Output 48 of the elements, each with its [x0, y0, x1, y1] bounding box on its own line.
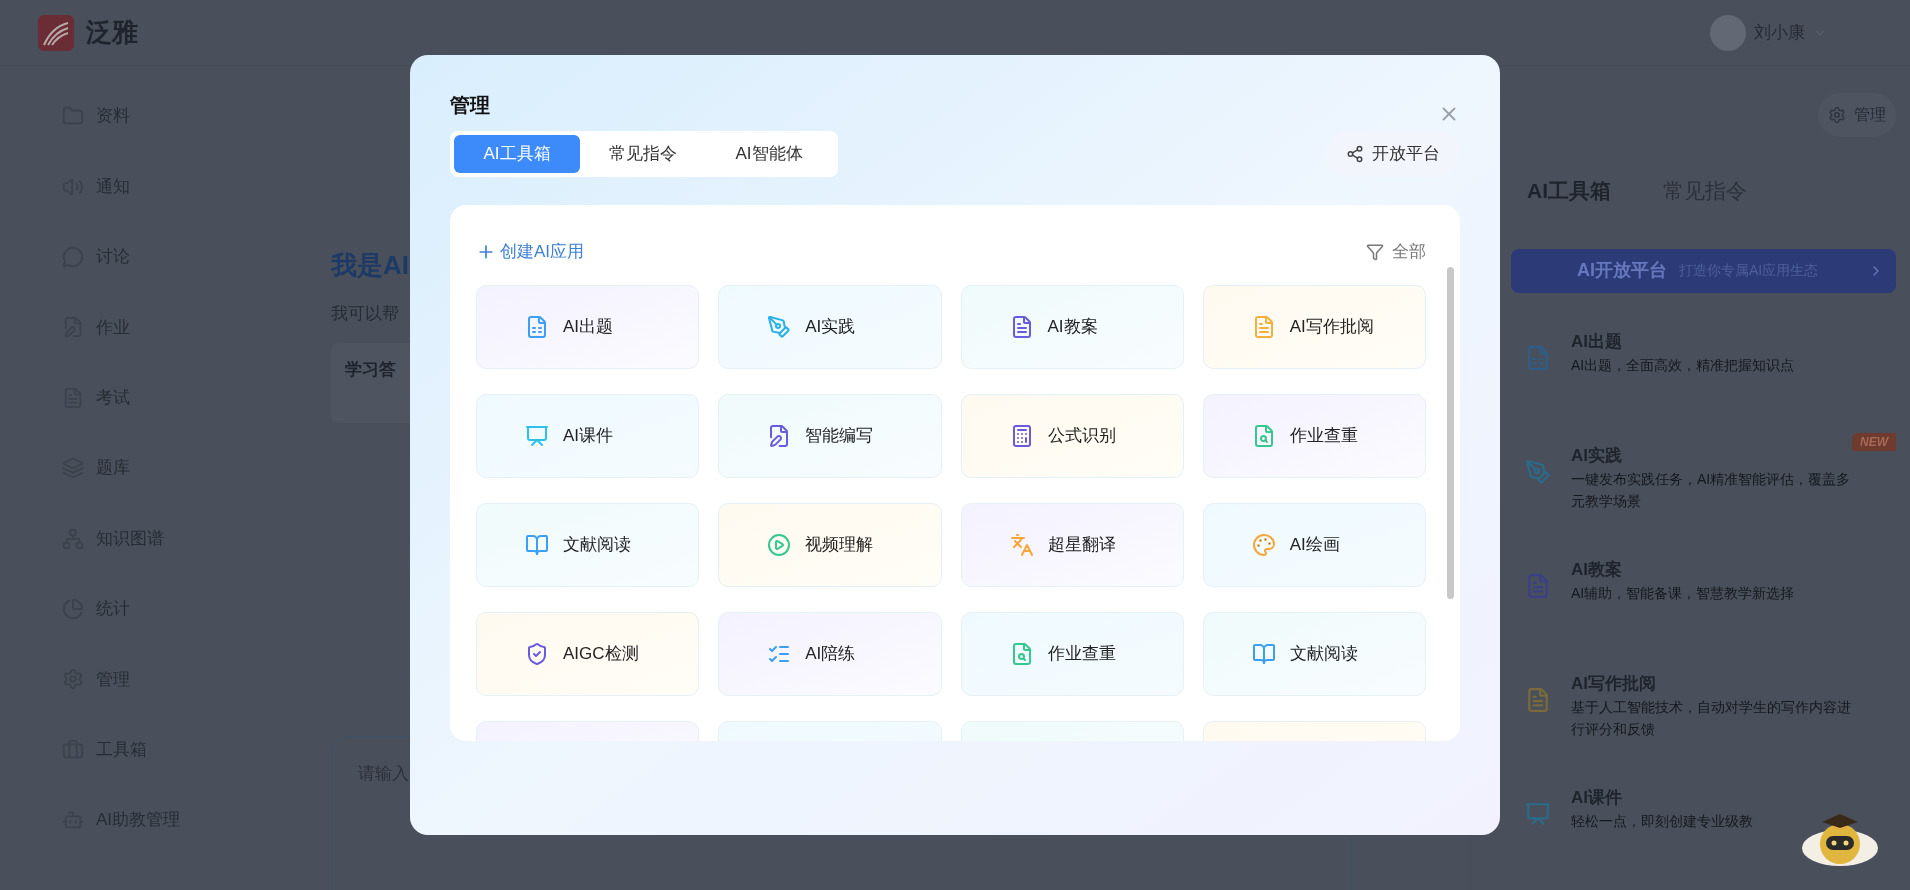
create-ai-app-link[interactable]: 创建AI应用 [476, 239, 585, 265]
slides-icon [525, 423, 549, 448]
app-card[interactable]: 作业查重 [1202, 393, 1426, 478]
tool-description: 一键发布实践任务，AI精准智能评估，覆盖多元教学场景 [1571, 470, 1851, 511]
dialog-tab[interactable]: AI工具箱 [454, 135, 580, 173]
app-card[interactable]: 公式识别 [960, 393, 1184, 478]
document-icon [1525, 344, 1551, 371]
logo-icon [38, 14, 74, 51]
avatar[interactable] [1710, 14, 1746, 51]
app-card[interactable]: AI绘画 [1202, 502, 1426, 587]
new-badge: NEW [1852, 432, 1896, 451]
tool-description: 轻松一点，即刻创建专业级教 [1571, 812, 1754, 831]
app-card[interactable]: AI陪练 [718, 611, 942, 696]
app-card[interactable]: 智能编写 [718, 393, 942, 478]
document-icon [1525, 686, 1551, 713]
slides-icon [1525, 800, 1551, 827]
pen-icon [767, 314, 792, 339]
dialog-tab[interactable]: 常见指令 [580, 135, 706, 173]
dialog-tab[interactable]: AI智能体 [706, 135, 832, 173]
scrollbar[interactable] [1447, 267, 1454, 599]
reader-icon [525, 532, 549, 557]
document-icon [525, 314, 549, 339]
share-icon [1346, 145, 1364, 163]
app-card[interactable]: AI出题 [476, 284, 700, 369]
play-icon [767, 532, 792, 557]
app-card[interactable]: AI实践 [718, 284, 942, 369]
shield-icon [525, 641, 549, 666]
app-card[interactable]: 超星翻译 [960, 502, 1184, 587]
app-card[interactable]: AI写作批阅 [1202, 284, 1426, 369]
app-card[interactable]: 视频理解 [718, 502, 942, 587]
document-icon [1525, 572, 1551, 599]
tool-description: AI出题，全面高效，精准把握知识点 [1571, 356, 1796, 375]
app-card[interactable]: 作业查重 [960, 611, 1184, 696]
translate-icon [1009, 532, 1034, 557]
app-card[interactable]: 文献阅读 [1202, 611, 1426, 696]
app-card[interactable]: AIGC检测 [476, 611, 700, 696]
dialog-title: 管理 [450, 93, 490, 118]
palette-icon [1251, 532, 1276, 557]
pen-icon [1525, 458, 1551, 485]
settings-icon [1828, 106, 1846, 124]
reader-icon [1251, 641, 1276, 666]
app-card[interactable]: AI教案 [960, 284, 1184, 369]
banner-title: AI开放平台 [1577, 259, 1667, 282]
app-card[interactable]: 文献阅读 [476, 502, 700, 587]
app-card[interactable]: AI课件 [476, 393, 700, 478]
open-platform-button[interactable]: 开放平台 [1326, 131, 1460, 177]
filter-icon [1366, 242, 1384, 261]
filter-button[interactable]: 全部 [1366, 239, 1426, 265]
